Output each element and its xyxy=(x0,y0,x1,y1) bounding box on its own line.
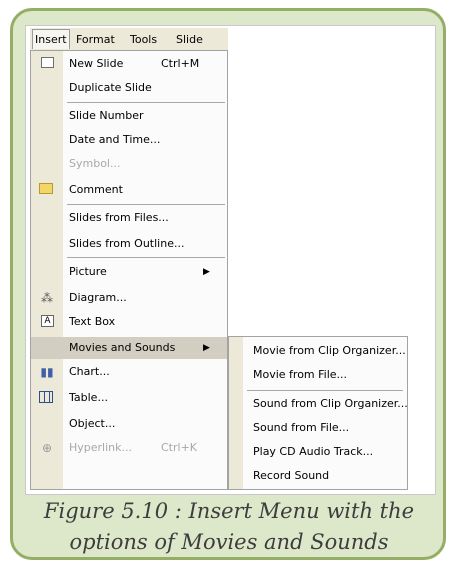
figure-caption: Figure 5.10 : Insert Menu with the optio… xyxy=(14,496,444,558)
submenu-item-label: Movie from Clip Organizer... xyxy=(253,344,406,357)
menu-item-label: Comment xyxy=(69,183,123,196)
text-box-icon: A xyxy=(41,315,54,327)
submenu-item-label: Sound from File... xyxy=(253,421,350,434)
movies-and-sounds-submenu: Movie from Clip Organizer... Movie from … xyxy=(228,336,408,490)
new-slide-icon xyxy=(41,57,54,68)
menu-item-comment[interactable]: Comment xyxy=(31,179,227,201)
menu-item-table[interactable]: Table... xyxy=(31,387,227,409)
menu-item-shortcut: Ctrl+K xyxy=(161,441,198,454)
table-icon xyxy=(39,391,53,403)
menu-separator xyxy=(67,257,225,258)
menu-item-date-and-time[interactable]: Date and Time... xyxy=(31,129,227,151)
submenu-item-sound-from-file[interactable]: Sound from File... xyxy=(229,417,407,439)
menubar-tools[interactable]: Tools xyxy=(130,33,157,46)
insert-menu: New Slide Ctrl+M Duplicate Slide Slide N… xyxy=(30,50,228,490)
menu-item-diagram[interactable]: ⁂ Diagram... xyxy=(31,287,227,309)
menu-item-label: Duplicate Slide xyxy=(69,81,152,94)
menu-separator xyxy=(67,204,225,205)
caption-line-1: Figure 5.10 : Insert Menu with the xyxy=(43,499,415,523)
menu-item-slides-from-files[interactable]: Slides from Files... xyxy=(31,207,227,229)
menu-item-picture[interactable]: Picture ▶ xyxy=(31,261,227,283)
menu-item-shortcut: Ctrl+M xyxy=(161,57,200,70)
menu-item-label: Text Box xyxy=(69,315,116,328)
submenu-item-label: Movie from File... xyxy=(253,368,348,381)
menu-item-new-slide[interactable]: New Slide Ctrl+M xyxy=(31,53,227,75)
submenu-item-movie-from-clip-organizer[interactable]: Movie from Clip Organizer... xyxy=(229,340,407,362)
submenu-item-label: Play CD Audio Track... xyxy=(253,445,374,458)
menubar-format[interactable]: Format xyxy=(76,33,115,46)
caption-line-2: options of Movies and Sounds xyxy=(69,530,389,554)
menu-bar: Insert Format Tools Slide xyxy=(30,28,228,50)
submenu-separator xyxy=(247,390,403,391)
menu-item-symbol[interactable]: Symbol... xyxy=(31,153,227,175)
hyperlink-icon: ⊕ xyxy=(41,441,53,455)
menu-item-text-box[interactable]: A Text Box xyxy=(31,311,227,333)
menu-item-label: New Slide xyxy=(69,57,124,70)
menu-item-movies-and-sounds[interactable]: Movies and Sounds ▶ xyxy=(31,337,227,359)
submenu-item-movie-from-file[interactable]: Movie from File... xyxy=(229,364,407,386)
diagram-icon: ⁂ xyxy=(41,291,53,305)
menubar-slide[interactable]: Slide xyxy=(176,33,203,46)
menu-item-label: Chart... xyxy=(69,365,110,378)
submenu-item-label: Sound from Clip Organizer... xyxy=(253,397,408,410)
menu-item-slides-from-outline[interactable]: Slides from Outline... xyxy=(31,233,227,255)
submenu-item-label: Record Sound xyxy=(253,469,330,482)
comment-icon xyxy=(39,183,53,194)
submenu-item-play-cd-audio-track[interactable]: Play CD Audio Track... xyxy=(229,441,407,463)
menu-separator xyxy=(67,102,225,103)
menu-item-chart[interactable]: ▮▮ Chart... xyxy=(31,361,227,383)
submenu-item-sound-from-clip-organizer[interactable]: Sound from Clip Organizer... xyxy=(229,393,408,415)
menu-item-label: Date and Time... xyxy=(69,133,161,146)
menu-item-label: Slides from Outline... xyxy=(69,237,185,250)
menu-item-label: Movies and Sounds xyxy=(69,341,176,354)
menu-item-duplicate-slide[interactable]: Duplicate Slide xyxy=(31,77,227,99)
menu-item-label: Hyperlink... xyxy=(69,441,132,454)
menu-item-label: Object... xyxy=(69,417,116,430)
menubar-insert[interactable]: Insert xyxy=(32,29,70,49)
menu-item-label: Table... xyxy=(69,391,108,404)
menu-item-hyperlink[interactable]: ⊕ Hyperlink... Ctrl+K xyxy=(31,437,227,459)
menu-item-label: Picture xyxy=(69,265,107,278)
menu-item-label: Slide Number xyxy=(69,109,144,122)
menu-item-label: Slides from Files... xyxy=(69,211,169,224)
submenu-item-record-sound[interactable]: Record Sound xyxy=(229,465,407,487)
menu-item-label: Diagram... xyxy=(69,291,127,304)
menu-item-slide-number[interactable]: Slide Number xyxy=(31,105,227,127)
menu-item-object[interactable]: Object... xyxy=(31,413,227,435)
submenu-arrow-icon: ▶ xyxy=(203,267,210,277)
submenu-arrow-icon: ▶ xyxy=(203,343,210,353)
chart-icon: ▮▮ xyxy=(40,365,54,379)
menu-item-label: Symbol... xyxy=(69,157,121,170)
